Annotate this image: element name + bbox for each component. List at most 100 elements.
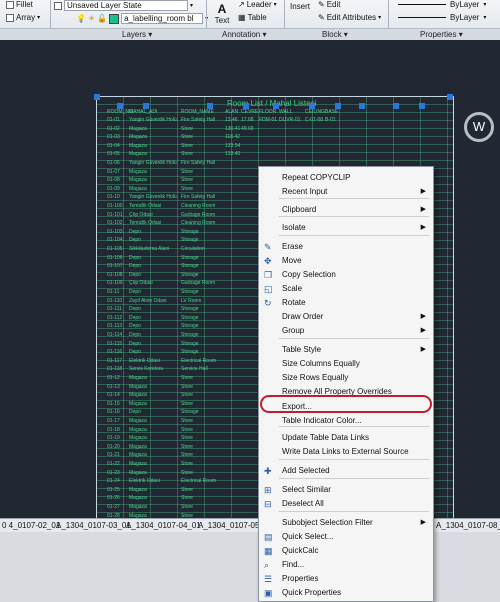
- grip-handle[interactable]: [94, 94, 100, 100]
- table-cell: Magaza: [129, 469, 147, 476]
- menu-separator: [279, 198, 429, 199]
- current-layer-dropdown[interactable]: 💡 ☀ 🔓 a_labelling_room bl ▾: [76, 13, 208, 24]
- table-cell: Magaza: [129, 400, 147, 407]
- grip-handle[interactable]: [273, 103, 279, 109]
- edit-attributes-button[interactable]: ✎ Edit Attributes ▾: [318, 13, 381, 22]
- table-cell: Depo: [129, 332, 141, 338]
- menu-item-label: Recent Input: [282, 187, 328, 196]
- layer-state-icon: [54, 1, 62, 10]
- table-cell: Store: [181, 452, 193, 459]
- table-button[interactable]: ▦ Table: [238, 13, 267, 22]
- table-cell: 01-19: [107, 435, 120, 442]
- menu-item-rotate[interactable]: ↻ Rotate: [260, 296, 432, 310]
- table-cell: 01-11: [107, 289, 120, 295]
- menu-item-size-rows-equally[interactable]: Size Rows Equally: [260, 371, 432, 385]
- grip-handle[interactable]: [243, 103, 249, 109]
- menu-item-find[interactable]: ⌕ Find...: [260, 558, 432, 572]
- menu-item-recent-input[interactable]: Recent Input ▶: [260, 185, 432, 199]
- insert-label: Insert: [289, 2, 310, 11]
- table-cell: Store: [181, 177, 193, 184]
- table-cell: 01-20: [107, 443, 120, 450]
- menu-item-draw-order[interactable]: Draw Order ▶: [260, 310, 432, 324]
- lineweight-dropdown[interactable]: ByLayer ▾: [398, 13, 486, 22]
- table-cell: Store: [181, 443, 193, 450]
- menu-item-update-table-data-links[interactable]: Update Table Data Links: [260, 431, 432, 445]
- grip-handle[interactable]: [393, 103, 399, 109]
- leader-button[interactable]: ↗ Leader ▾: [238, 0, 277, 9]
- table-title: Room List / Mahal Listesi: [227, 99, 317, 108]
- grip-handle[interactable]: [117, 103, 123, 109]
- menu-item-quick-properties[interactable]: ▣ Quick Properties: [260, 586, 432, 600]
- table-cell: 01-27: [107, 504, 120, 510]
- grip-handle[interactable]: [359, 103, 365, 109]
- grip-handle[interactable]: [309, 103, 315, 109]
- menu-item-label: Deselect All: [282, 499, 324, 508]
- table-cell: Magaza: [129, 177, 147, 184]
- table-cell: Circulation: [181, 246, 205, 252]
- table-cell: B-01: [325, 117, 336, 123]
- menu-item-quickcalc[interactable]: ▦ QuickCalc: [260, 544, 432, 558]
- table-cell: Depo: [129, 254, 141, 261]
- layer-state-dropdown[interactable]: Unsaved Layer State ▾: [54, 0, 193, 11]
- layout-tab[interactable]: A_1304_0107-08_01: [436, 521, 500, 530]
- layout-tab[interactable]: 0 4_0107-02_01: [2, 521, 60, 530]
- table-cell: 01-24: [107, 478, 120, 485]
- layout-tab[interactable]: A_1304_0107-04_01: [126, 521, 201, 530]
- grip-handle[interactable]: [419, 103, 425, 109]
- grip-handle[interactable]: [447, 94, 453, 100]
- menu-item-subobject-selection-filter[interactable]: Subobject Selection Filter ▶: [260, 516, 432, 530]
- table-cell: Fire Safety Hall: [181, 117, 216, 123]
- table-cell: Electrical Room: [181, 357, 217, 364]
- grip-handle[interactable]: [335, 103, 341, 109]
- menu-item-group[interactable]: Group ▶: [260, 324, 432, 338]
- insert-button[interactable]: Insert: [288, 2, 312, 11]
- table-cell: Storage: [181, 323, 199, 330]
- menu-item-label: Update Table Data Links: [282, 433, 370, 442]
- menu-item-select-similar[interactable]: ⊞ Select Similar: [260, 483, 432, 497]
- linetype-dropdown[interactable]: ByLayer ▾: [398, 0, 486, 9]
- menu-item-move[interactable]: ✥ Move: [260, 254, 432, 268]
- menu-item-erase[interactable]: ✎ Erase: [260, 240, 432, 254]
- table-cell: 133.40: [225, 151, 241, 158]
- menu-item-table-style[interactable]: Table Style ▶: [260, 343, 432, 357]
- table-cell: Depo: [129, 237, 141, 244]
- table-cell: Store: [181, 125, 193, 132]
- table-cell: Store: [181, 185, 193, 192]
- grip-handle[interactable]: [143, 103, 149, 109]
- table-cell: Store: [181, 486, 193, 493]
- table-cell: Elektrik Odasi: [129, 478, 160, 485]
- menu-item-size-columns-equally[interactable]: Size Columns Equally: [260, 357, 432, 371]
- grip-handle[interactable]: [207, 103, 213, 109]
- menu-item-clipboard[interactable]: Clipboard ▶: [260, 203, 432, 217]
- menu-item-scale[interactable]: ◱ Scale: [260, 282, 432, 296]
- array-button[interactable]: Array ▾: [6, 13, 40, 22]
- table-cell: 118.42: [225, 134, 240, 141]
- chevron-down-icon: ▾: [37, 15, 41, 21]
- table-header-cell: BASE: [325, 109, 339, 115]
- edit-block-button[interactable]: ✎ Edit: [318, 0, 341, 9]
- text-button[interactable]: A Text: [210, 2, 234, 25]
- table-cell: 01-07: [107, 168, 120, 175]
- menu-item-repeat-copyclip[interactable]: Repeat COPYCLIP: [260, 171, 432, 185]
- menu-separator: [279, 216, 429, 217]
- table-cell: 01-110: [107, 297, 123, 304]
- menu-item-deselect-all[interactable]: ⊟ Deselect All: [260, 497, 432, 511]
- scale-icon: ◱: [264, 284, 273, 294]
- table-header-cell: CEILING: [305, 109, 326, 115]
- menu-item-label: Draw Order: [282, 312, 324, 321]
- table-cell: Temizlik Odasi: [129, 220, 162, 227]
- layout-tab[interactable]: A_1304_0107-03_01: [56, 521, 131, 530]
- fillet-label: Fillet: [16, 0, 33, 9]
- menu-item-properties[interactable]: ☰ Properties: [260, 572, 432, 586]
- submenu-arrow-icon: ▶: [420, 519, 426, 526]
- menu-item-add-selected[interactable]: ✚ Add Selected: [260, 464, 432, 478]
- layout-tab[interactable]: A_1304_0107-05: [198, 521, 259, 530]
- menu-item-isolate[interactable]: Isolate ▶: [260, 221, 432, 235]
- fillet-button[interactable]: Fillet: [6, 0, 33, 9]
- viewcube-compass-icon[interactable]: W: [464, 112, 494, 142]
- table-cell: 01-112: [107, 314, 123, 321]
- menu-item-copy-selection[interactable]: ❐ Copy Selection: [260, 268, 432, 282]
- menu-item-quick-select[interactable]: ▤ Quick Select...: [260, 530, 432, 544]
- attribute-icon: ✎: [318, 13, 325, 22]
- menu-item-write-data-links-to-external-source[interactable]: Write Data Links to External Source: [260, 445, 432, 459]
